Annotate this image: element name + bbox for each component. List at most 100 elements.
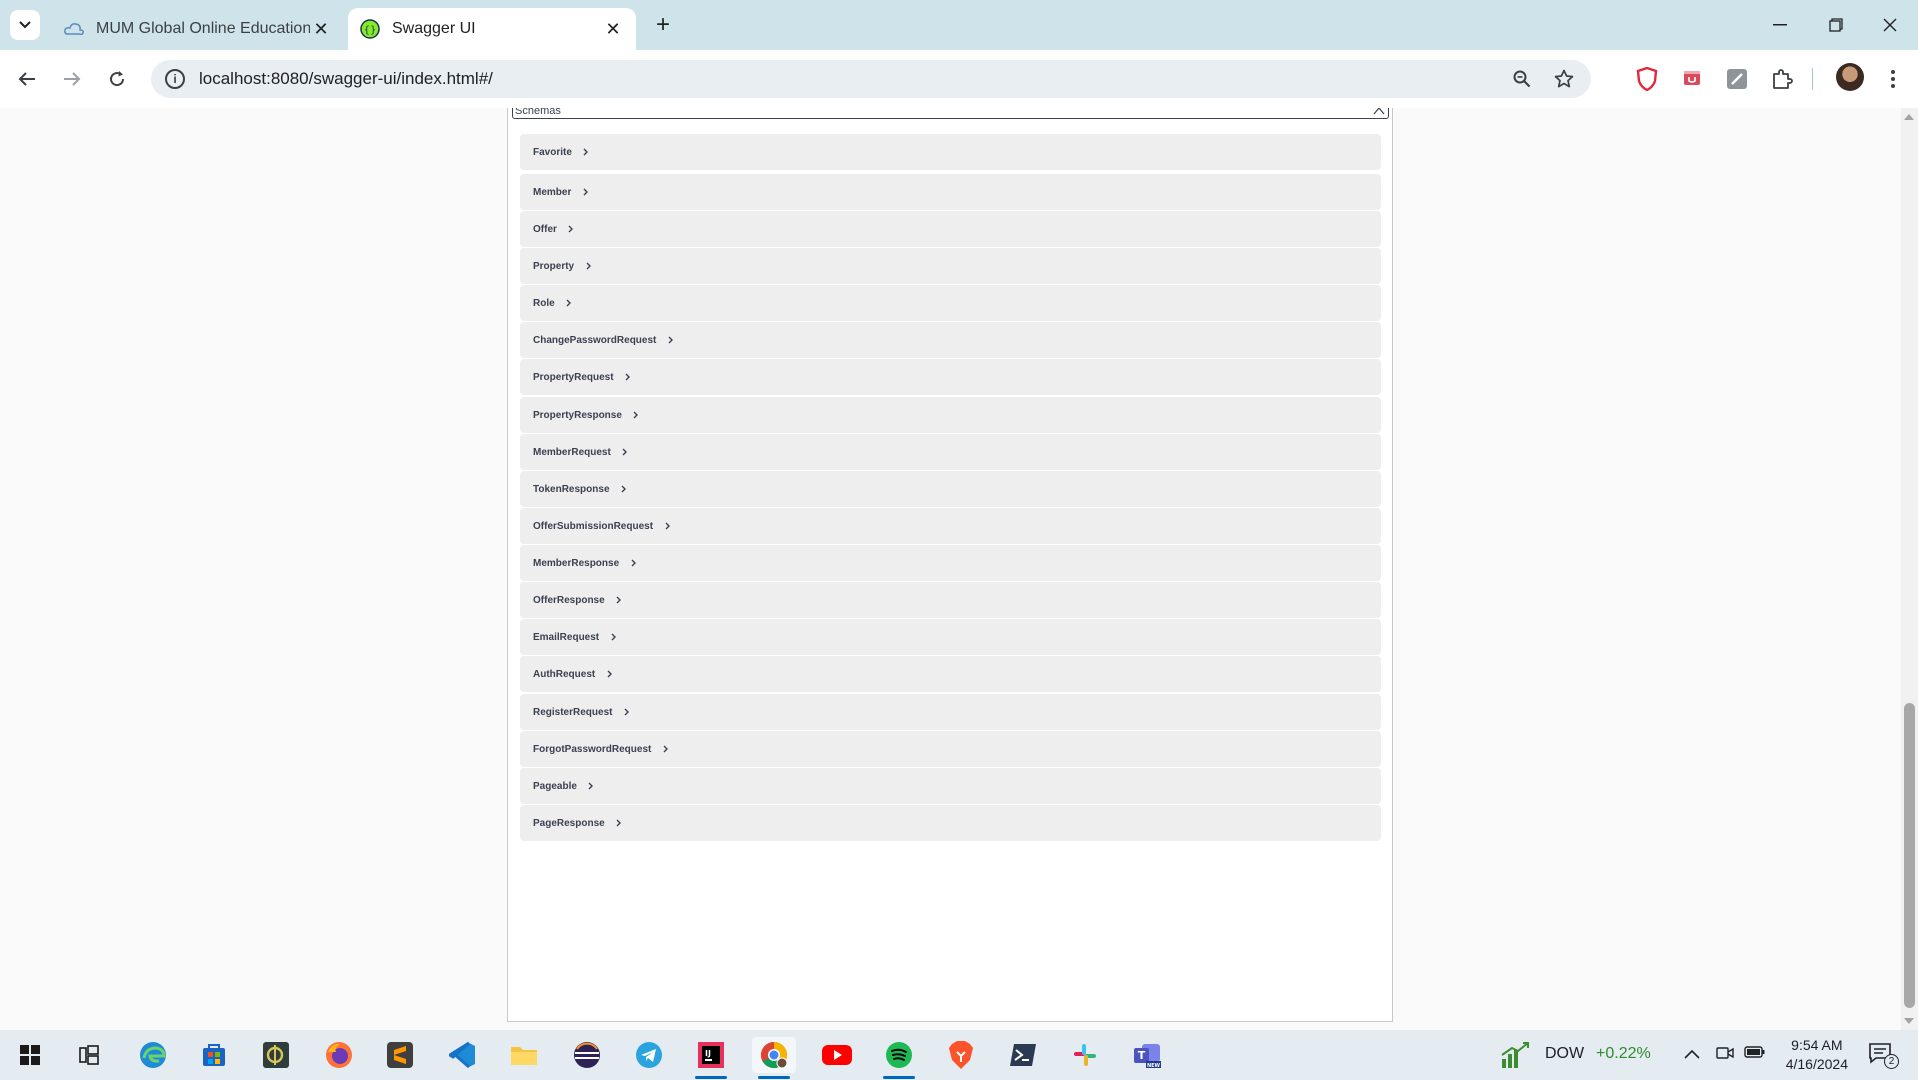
- reload-button[interactable]: [100, 62, 134, 96]
- firefox-icon[interactable]: [317, 1037, 361, 1073]
- restore-button[interactable]: [1808, 0, 1864, 50]
- intellij-idea-icon[interactable]: IJ: [689, 1037, 733, 1079]
- schema-model-offer[interactable]: Offer: [520, 211, 1381, 247]
- file-explorer-icon[interactable]: [502, 1037, 546, 1073]
- schema-model-favorite[interactable]: Favorite: [520, 134, 1381, 170]
- task-view-icon[interactable]: [68, 1037, 112, 1073]
- telegram-icon[interactable]: [627, 1037, 671, 1073]
- scroll-up-arrow-icon[interactable]: [1904, 114, 1914, 120]
- page-scrollbar[interactable]: [1901, 108, 1918, 1030]
- chevron-up-icon[interactable]: [1372, 108, 1386, 117]
- minimize-icon: [1773, 24, 1787, 26]
- ublock-extension-icon[interactable]: [1679, 66, 1705, 92]
- start-windows-icon[interactable]: [8, 1037, 52, 1073]
- schema-model-role[interactable]: Role: [520, 285, 1381, 321]
- schemas-title: Schemas: [515, 108, 561, 117]
- schema-name: ForgotPasswordRequest: [533, 743, 652, 755]
- schema-model-email-request[interactable]: EmailRequest: [520, 619, 1381, 655]
- schemas-section-header[interactable]: Schemas: [512, 108, 1389, 119]
- schema-name: RegisterRequest: [533, 706, 613, 718]
- generic-extension-icon[interactable]: [1724, 66, 1750, 92]
- spotify-icon[interactable]: [877, 1037, 921, 1079]
- terminal-powershell-icon[interactable]: [1001, 1037, 1045, 1073]
- tab-title: Swagger UI: [392, 20, 476, 37]
- back-button[interactable]: [10, 62, 44, 96]
- stock-ticker-name[interactable]: DOW: [1545, 1045, 1584, 1063]
- tray-overflow-chevron-icon[interactable]: [1684, 1046, 1700, 1064]
- schema-name: Property: [533, 260, 575, 272]
- chevron-right-icon: [629, 558, 637, 568]
- schema-model-auth-request[interactable]: AuthRequest: [520, 656, 1381, 692]
- chevron-right-icon: [567, 224, 575, 234]
- chrome-icon[interactable]: [752, 1037, 796, 1079]
- chevron-right-icon: [663, 521, 671, 531]
- toolbar-divider: [1812, 68, 1813, 90]
- schema-name: MemberResponse: [533, 557, 620, 569]
- scroll-down-arrow-icon[interactable]: [1904, 1018, 1914, 1024]
- profile-avatar[interactable]: [1836, 63, 1864, 91]
- schema-model-member[interactable]: Member: [520, 174, 1381, 210]
- scrollbar-thumb[interactable]: [1904, 703, 1915, 1008]
- system-clock[interactable]: 9:54 AM 4/16/2024: [1786, 1036, 1848, 1074]
- microsoft-teams-icon[interactable]: T NEW: [1125, 1037, 1169, 1073]
- schema-name: EmailRequest: [533, 631, 600, 643]
- schema-model-page-response[interactable]: PageResponse: [520, 805, 1381, 841]
- svg-text:T: T: [1138, 1049, 1146, 1062]
- slack-icon[interactable]: [1063, 1037, 1107, 1073]
- sublime-text-icon[interactable]: [378, 1037, 422, 1073]
- chevron-right-icon: [624, 372, 632, 382]
- menu-kebab-icon[interactable]: [1880, 66, 1906, 92]
- schema-model-forgot-password-request[interactable]: ForgotPasswordRequest: [520, 731, 1381, 767]
- tab-mum-global[interactable]: MUM Global Online Education : ✕: [52, 8, 344, 50]
- battery-icon[interactable]: [1744, 1045, 1766, 1064]
- schema-model-change-password-request[interactable]: ChangePasswordRequest: [520, 322, 1381, 358]
- camera-meet-icon[interactable]: [1716, 1044, 1734, 1067]
- minimize-button[interactable]: [1752, 0, 1808, 50]
- schema-model-register-request[interactable]: RegisterRequest: [520, 694, 1381, 730]
- schema-model-pageable[interactable]: Pageable: [520, 768, 1381, 804]
- schema-name: Favorite: [533, 146, 572, 158]
- edge-browser-icon[interactable]: [131, 1037, 175, 1073]
- schema-model-member-response[interactable]: MemberResponse: [520, 545, 1381, 581]
- schema-name: Pageable: [533, 780, 577, 792]
- schema-model-member-request[interactable]: MemberRequest: [520, 434, 1381, 470]
- schema-name: MemberRequest: [533, 446, 611, 458]
- stock-ticker-change[interactable]: +0.22%: [1596, 1045, 1651, 1063]
- extensions-puzzle-icon[interactable]: [1769, 66, 1795, 92]
- site-info-icon[interactable]: i: [165, 69, 185, 89]
- cloud-favicon-icon: [64, 19, 84, 39]
- schema-name: PropertyResponse: [533, 409, 622, 421]
- brave-shield-extension-icon[interactable]: [1634, 66, 1660, 92]
- tab-swagger-ui[interactable]: {} Swagger UI ✕: [348, 8, 636, 50]
- app-teal-square-icon[interactable]: [254, 1037, 298, 1073]
- eclipse-icon[interactable]: [565, 1037, 609, 1073]
- chevron-right-icon: [615, 595, 623, 605]
- vscode-icon[interactable]: [441, 1037, 485, 1073]
- url-text[interactable]: localhost:8080/swagger-ui/index.html#/: [199, 69, 1507, 89]
- page-viewport: Schemas Favorite Member Offer Property R…: [0, 108, 1918, 1030]
- new-tab-button[interactable]: +: [648, 10, 678, 40]
- close-window-button[interactable]: [1862, 0, 1918, 50]
- schema-model-property-response[interactable]: PropertyResponse: [520, 397, 1381, 433]
- schema-model-offer-response[interactable]: OfferResponse: [520, 582, 1381, 618]
- brave-browser-icon[interactable]: [939, 1037, 983, 1073]
- schema-model-property-request[interactable]: PropertyRequest: [520, 359, 1381, 395]
- schema-model-offer-submission-request[interactable]: OfferSubmissionRequest: [520, 508, 1381, 544]
- schema-name: Role: [533, 297, 555, 309]
- zoom-icon[interactable]: [1507, 64, 1537, 94]
- svg-text:{}: {}: [364, 25, 377, 36]
- swagger-favicon-icon: {}: [360, 19, 380, 39]
- schema-model-token-response[interactable]: TokenResponse: [520, 471, 1381, 507]
- notification-center-icon[interactable]: 2: [1868, 1042, 1899, 1070]
- microsoft-store-icon[interactable]: [192, 1037, 236, 1073]
- schema-model-property[interactable]: Property: [520, 248, 1381, 284]
- youtube-icon[interactable]: [815, 1037, 859, 1073]
- schema-name: OfferSubmissionRequest: [533, 520, 654, 532]
- bookmark-star-icon[interactable]: [1549, 64, 1579, 94]
- close-tab-icon[interactable]: ✕: [602, 18, 624, 40]
- forward-button[interactable]: [55, 62, 89, 96]
- stock-chart-icon[interactable]: [1500, 1041, 1530, 1071]
- address-bar[interactable]: i localhost:8080/swagger-ui/index.html#/: [151, 60, 1591, 98]
- tab-search-button[interactable]: [10, 10, 40, 40]
- close-tab-icon[interactable]: ✕: [310, 18, 332, 40]
